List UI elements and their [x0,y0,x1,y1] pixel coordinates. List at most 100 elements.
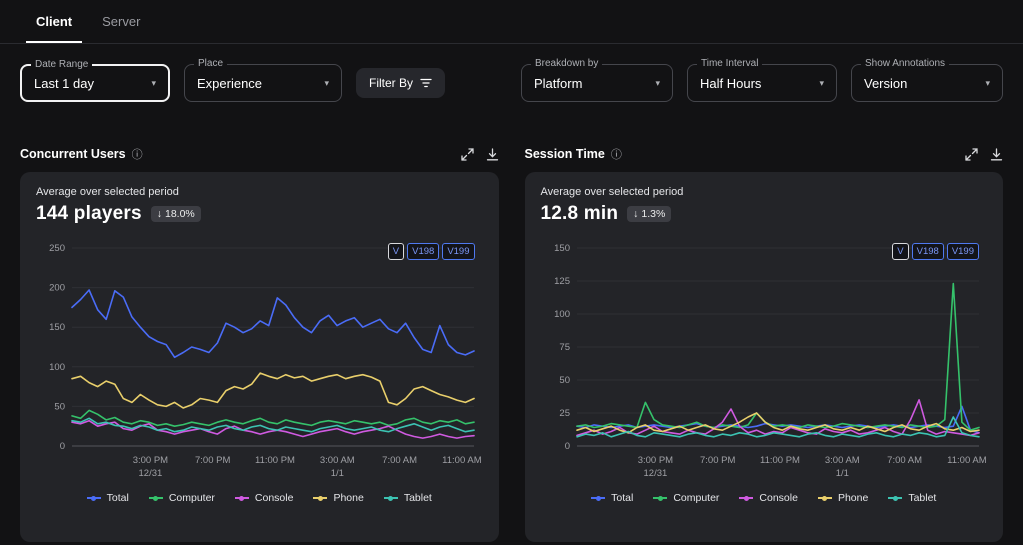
filter-by-label: Filter By [369,76,414,90]
svg-text:100: 100 [49,362,65,373]
legend-item-total[interactable]: Total [591,492,633,504]
tab-server[interactable]: Server [102,0,140,43]
filter-bar: Date Range Last 1 day ▾ Place Experience… [0,44,1023,116]
legend-marker [383,495,398,501]
legend-marker [86,495,101,501]
legend-label: Computer [673,492,720,504]
date-range-value: Last 1 day [34,75,94,91]
delta-badge: ↓ 18.0% [150,206,201,222]
breakdown-by-select[interactable]: Breakdown by Platform ▾ [521,58,673,102]
concurrent-users-column: Concurrent Users ⓘ Average over selected… [20,142,499,542]
svg-text:12/31: 12/31 [139,468,163,479]
time-interval-value: Half Hours [700,75,762,91]
legend-label: Phone [333,492,364,504]
top-tab-bar: Client Server [0,0,1023,44]
expand-icon[interactable] [460,147,474,161]
legend-marker [817,495,832,501]
average-label: Average over selected period [36,186,179,198]
annotation-chip-v198[interactable]: V198 [911,243,944,260]
legend-item-phone[interactable]: Phone [313,492,364,504]
svg-text:11:00 PM: 11:00 PM [760,455,800,466]
tab-server-label: Server [102,14,141,29]
annotation-chip-v199[interactable]: V199 [442,243,475,260]
svg-text:75: 75 [559,342,570,353]
svg-text:3:00 AM: 3:00 AM [824,455,859,466]
legend-item-tablet[interactable]: Tablet [888,492,936,504]
chart-title: Session Time [524,147,605,161]
annotation-chip-v[interactable]: V [892,243,909,260]
tab-client[interactable]: Client [25,0,83,43]
legend-item-computer[interactable]: Computer [148,492,215,504]
svg-text:0: 0 [564,441,569,452]
legend-marker [148,495,163,501]
delta-value: 1.3% [641,208,666,220]
chevron-down-icon: ▾ [819,77,824,88]
svg-text:25: 25 [559,408,570,419]
metric-value: 144 players [36,203,142,224]
expand-icon[interactable] [965,147,978,161]
tab-client-label: Client [36,14,73,29]
chart-header-actions [460,147,499,161]
concurrent-users-header: Concurrent Users ⓘ [20,142,499,166]
download-icon[interactable] [990,147,1003,161]
breakdown-by-value: Platform [534,75,583,91]
legend-marker [653,495,668,501]
annotation-chip-v198[interactable]: V198 [407,243,440,260]
delta-value: 18.0% [164,208,195,220]
filter-icon [420,78,432,88]
legend-label: Computer [168,492,215,504]
filter-by-button[interactable]: Filter By [356,68,446,98]
svg-text:11:00 PM: 11:00 PM [255,455,295,466]
svg-text:125: 125 [554,276,570,287]
version-annotation-chips: V V198 V199 [387,243,475,260]
place-label: Place [194,58,228,69]
legend-item-console[interactable]: Console [234,492,293,504]
svg-text:50: 50 [54,401,65,412]
version-annotation-chips: V V198 V199 [892,243,979,260]
svg-text:150: 150 [49,322,65,333]
legend-label: Phone [837,492,869,504]
metric-value: 12.8 min [540,203,619,224]
legend-item-console[interactable]: Console [739,492,798,504]
place-select[interactable]: Place Experience ▾ [184,58,342,102]
date-range-label: Date Range [31,59,93,70]
metric-value-row: 144 players ↓ 18.0% [36,203,483,225]
legend-marker [313,495,328,501]
svg-text:100: 100 [554,309,570,320]
svg-text:7:00 PM: 7:00 PM [195,455,230,466]
place-value: Experience [197,75,263,91]
average-label: Average over selected period [540,186,684,198]
legend-item-computer[interactable]: Computer [653,492,719,504]
session-time-chart[interactable]: 0 25 50 75 100 125 150 3:00 PM 12/31 7:00 PM 11:00… [541,234,987,490]
delta-badge: ↓ 1.3% [627,206,672,222]
arrow-down-icon: ↓ [156,208,162,220]
svg-text:7:00 AM: 7:00 AM [382,455,417,466]
legend-label: Total [106,492,129,504]
show-annotations-label: Show Annotations [861,58,950,69]
legend-item-total[interactable]: Total [86,492,129,504]
svg-text:11:00 AM: 11:00 AM [442,455,482,466]
annotation-chip-v199[interactable]: V199 [946,243,979,260]
svg-text:50: 50 [559,375,570,386]
legend-item-tablet[interactable]: Tablet [383,492,432,504]
charts-section: Concurrent Users ⓘ Average over selected… [0,116,1023,542]
annotation-chip-v[interactable]: V [387,243,405,260]
svg-text:1/1: 1/1 [331,468,344,479]
date-range-select[interactable]: Date Range Last 1 day ▾ [20,59,170,102]
chevron-down-icon: ▾ [655,77,660,88]
legend-marker [888,495,903,501]
download-icon[interactable] [486,147,499,161]
info-icon[interactable]: ⓘ [132,146,143,162]
concurrent-users-chart[interactable]: 0 50 100 150 200 250 3:00 PM 12/31 7:00 PM 11:00 … [36,234,482,490]
legend-item-phone[interactable]: Phone [817,492,869,504]
legend-label: Tablet [908,492,937,504]
session-time-column: Session Time ⓘ Average over selected per… [524,142,1003,542]
show-annotations-select[interactable]: Show Annotations Version ▾ [851,58,1003,102]
svg-text:1/1: 1/1 [835,468,848,479]
info-icon[interactable]: ⓘ [611,146,622,162]
svg-text:200: 200 [49,283,65,294]
time-interval-select[interactable]: Time Interval Half Hours ▾ [687,58,837,102]
svg-text:0: 0 [60,441,65,452]
svg-text:7:00 AM: 7:00 AM [887,455,922,466]
breakdown-by-label: Breakdown by [531,58,603,69]
